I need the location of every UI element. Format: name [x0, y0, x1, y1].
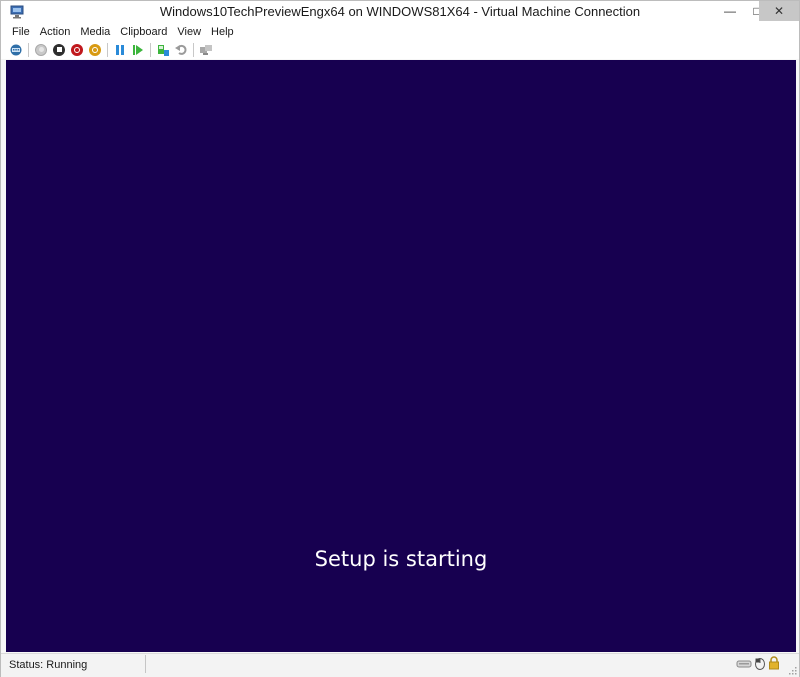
lock-icon [769, 656, 779, 670]
save-icon [89, 43, 101, 56]
reset-icon [133, 44, 143, 55]
status-icons [736, 656, 780, 670]
shut-down-button[interactable] [68, 41, 86, 58]
toolbar-separator [28, 42, 29, 57]
title-bar[interactable]: Windows10TechPreviewEngx64 on WINDOWS81X… [1, 1, 799, 23]
status-bar: Status: Running [1, 653, 799, 677]
ctrl-alt-del-icon [10, 44, 22, 55]
setup-status-message: Setup is starting [314, 547, 488, 571]
ctrl-alt-del-button[interactable] [7, 41, 25, 58]
pause-icon [116, 44, 124, 55]
menu-action[interactable]: Action [35, 24, 76, 40]
menu-media[interactable]: Media [75, 24, 115, 40]
vm-connection-window: Windows10TechPreviewEngx64 on WINDOWS81X… [0, 0, 800, 677]
status-text: Status: Running [9, 659, 88, 671]
mouse-icon [755, 658, 765, 670]
turn-off-button[interactable] [50, 41, 68, 58]
enhanced-session-button[interactable] [197, 41, 215, 58]
menu-view[interactable]: View [172, 24, 206, 40]
minimize-button[interactable]: — [716, 1, 744, 21]
turn-off-icon [53, 43, 65, 56]
pause-button[interactable] [111, 41, 129, 58]
shut-down-icon [71, 43, 83, 56]
close-button[interactable]: ✕ [759, 1, 799, 21]
window-title: Windows10TechPreviewEngx64 on WINDOWS81X… [159, 4, 641, 19]
menu-bar: File Action Media Clipboard View Help [1, 23, 799, 40]
status-divider [145, 655, 146, 673]
checkpoint-icon [158, 44, 169, 56]
toolbar-separator [193, 42, 194, 57]
start-icon [35, 43, 47, 56]
revert-icon [174, 44, 186, 55]
menu-file[interactable]: File [7, 24, 35, 40]
checkpoint-button[interactable] [154, 41, 172, 58]
start-button[interactable] [32, 41, 50, 58]
vm-display[interactable]: Setup is starting [6, 60, 796, 652]
toolbar-separator [107, 42, 108, 57]
enhanced-session-icon [200, 44, 212, 55]
menu-help[interactable]: Help [206, 24, 239, 40]
toolbar [1, 40, 799, 59]
resize-grip-icon[interactable] [787, 665, 797, 675]
menu-clipboard[interactable]: Clipboard [115, 24, 172, 40]
keyboard-icon [736, 660, 752, 668]
revert-button[interactable] [172, 41, 190, 58]
reset-button[interactable] [129, 41, 147, 58]
save-button[interactable] [86, 41, 104, 58]
toolbar-separator [150, 42, 151, 57]
